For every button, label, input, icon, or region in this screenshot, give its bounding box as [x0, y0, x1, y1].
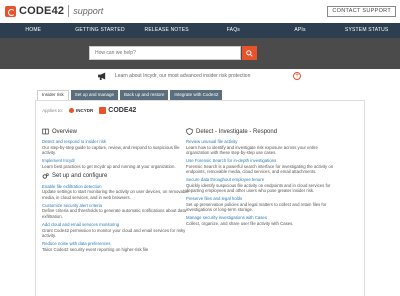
tab-back-up-and-restore[interactable]: Back up and restore	[120, 90, 169, 100]
item-description: Forensic Search is a powerful search int…	[186, 163, 334, 174]
logo[interactable]: CODE42 support	[5, 5, 103, 17]
nav-item-home[interactable]: HOME	[0, 23, 67, 38]
code42-label: CODE42	[108, 107, 137, 114]
section-setup: Set up and configure	[42, 173, 192, 180]
applies-to: Applies to: INCYDR CODE42	[42, 107, 136, 114]
item-description: Our step-by-step guide to capture, revie…	[42, 144, 180, 155]
nav-item-system-status[interactable]: SYSTEM STATUS	[333, 23, 400, 38]
list-item: Reduce noise with data preferences Tailo…	[42, 241, 192, 252]
item-description: Grant Code42 permission to monitor your …	[42, 227, 186, 238]
nav-item-apis[interactable]: APIs	[267, 23, 334, 38]
contact-support-button[interactable]: CONTACT SUPPORT	[327, 6, 396, 17]
section-title: Detect - Investigate - Respond	[196, 128, 278, 135]
item-description: Set up preservation policies and legal m…	[186, 201, 327, 213]
item-description: Tailor Code42 security event reporting o…	[42, 246, 149, 252]
item-description: Learn how to identify and investigate ri…	[186, 144, 318, 155]
search-input[interactable]	[90, 47, 224, 59]
tab-set-up-and-manage[interactable]: Set up and manage	[70, 90, 119, 100]
announcement-banner: Learn about Incydr, our most advanced in…	[0, 69, 400, 83]
section-detect: Detect - Investigate - Respond	[186, 128, 336, 135]
list-item: Implement Incydr Learn best practices to…	[42, 158, 192, 169]
incydr-logo-icon	[69, 108, 75, 113]
shield-icon	[186, 128, 193, 135]
code42-badge-icon	[99, 107, 107, 114]
top-header: CODE42 support CONTACT SUPPORT	[0, 0, 400, 23]
right-column: Detect - Investigate - Respond Review un…	[186, 128, 336, 229]
main-nav: HOME GETTING STARTED RELEASE NOTES FAQs …	[0, 23, 400, 38]
banner-text[interactable]: Learn about Incydr, our most advanced in…	[115, 73, 250, 79]
applies-label: Applies to:	[42, 108, 64, 113]
item-description: Update settings to start monitoring the …	[42, 189, 189, 200]
section-overview: Overview	[42, 128, 192, 135]
code42-badge: CODE42	[99, 107, 136, 114]
nav-item-release-notes[interactable]: RELEASE NOTES	[133, 23, 200, 38]
list-item: Use Forensic Search for in-depth investi…	[186, 158, 336, 174]
list-item: Secure data throughout employee tenure Q…	[186, 177, 336, 193]
tab-bar: Insider risk Set up and manage Back up a…	[37, 90, 224, 100]
left-column: Overview Detect and respond to insider r…	[42, 128, 192, 255]
megaphone-icon	[98, 72, 106, 80]
tab-insider-risk[interactable]: Insider risk	[37, 90, 69, 100]
list-item: Enable file exfiltration detection Updat…	[42, 184, 192, 200]
list-item: Manage security investigations with Case…	[186, 215, 336, 226]
logo-subtitle: support	[73, 6, 104, 16]
search-button[interactable]	[242, 46, 257, 60]
logo-divider	[68, 5, 70, 17]
incydr-badge: INCYDR	[69, 108, 93, 113]
item-description: Collect, organize, and share user file a…	[186, 220, 294, 226]
item-description: Quickly identify suspicious file activit…	[186, 182, 331, 193]
expand-plus-icon[interactable]: +	[293, 72, 301, 80]
search-box	[89, 46, 241, 60]
list-item: Customize security alert criteria Define…	[42, 203, 192, 219]
hero-search-area	[0, 38, 400, 69]
item-description: Define criteria and thresholds to genera…	[42, 208, 187, 219]
incydr-label: INCYDR	[76, 108, 94, 113]
book-icon	[42, 128, 49, 135]
tab-integrate[interactable]: Integrate with Code42	[170, 90, 223, 100]
list-item: Review unusual file activity Learn how t…	[186, 139, 336, 155]
tab-panel-insider-risk: Applies to: INCYDR CODE42 Overview Detec…	[35, 100, 365, 296]
item-description: Learn best practices to get Incydr up an…	[42, 163, 176, 169]
nav-item-faqs[interactable]: FAQs	[200, 23, 267, 38]
search-icon	[246, 49, 253, 57]
gears-icon	[42, 173, 49, 179]
section-title: Set up and configure	[52, 173, 108, 180]
list-item: Detect and respond to insider risk Our s…	[42, 139, 192, 155]
section-title: Overview	[52, 128, 78, 135]
nav-item-getting-started[interactable]: GETTING STARTED	[67, 23, 134, 38]
list-item: Preserve files and legal holds Set up pr…	[186, 196, 336, 212]
logo-text: CODE42	[19, 5, 65, 17]
list-item: Add cloud and email services monitoring …	[42, 222, 192, 238]
code42-logo-icon	[5, 5, 16, 17]
